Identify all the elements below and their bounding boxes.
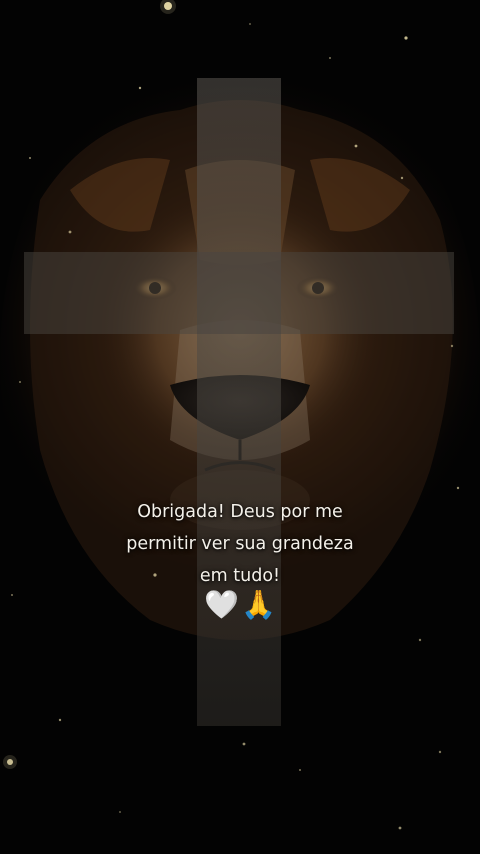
background-image xyxy=(0,0,480,854)
emoji-row: 🤍🙏 xyxy=(0,586,480,623)
white-heart-icon: 🤍 xyxy=(204,588,239,621)
praying-hands-icon: 🙏 xyxy=(241,588,276,621)
caption-line-2: permitir ver sua grandeza xyxy=(126,534,354,554)
video-frame: Obrigada! Deus por me permitir ver sua g… xyxy=(0,0,480,854)
caption-line-1: Obrigada! Deus por me xyxy=(137,502,343,522)
caption-text: Obrigada! Deus por me permitir ver sua g… xyxy=(60,496,420,592)
